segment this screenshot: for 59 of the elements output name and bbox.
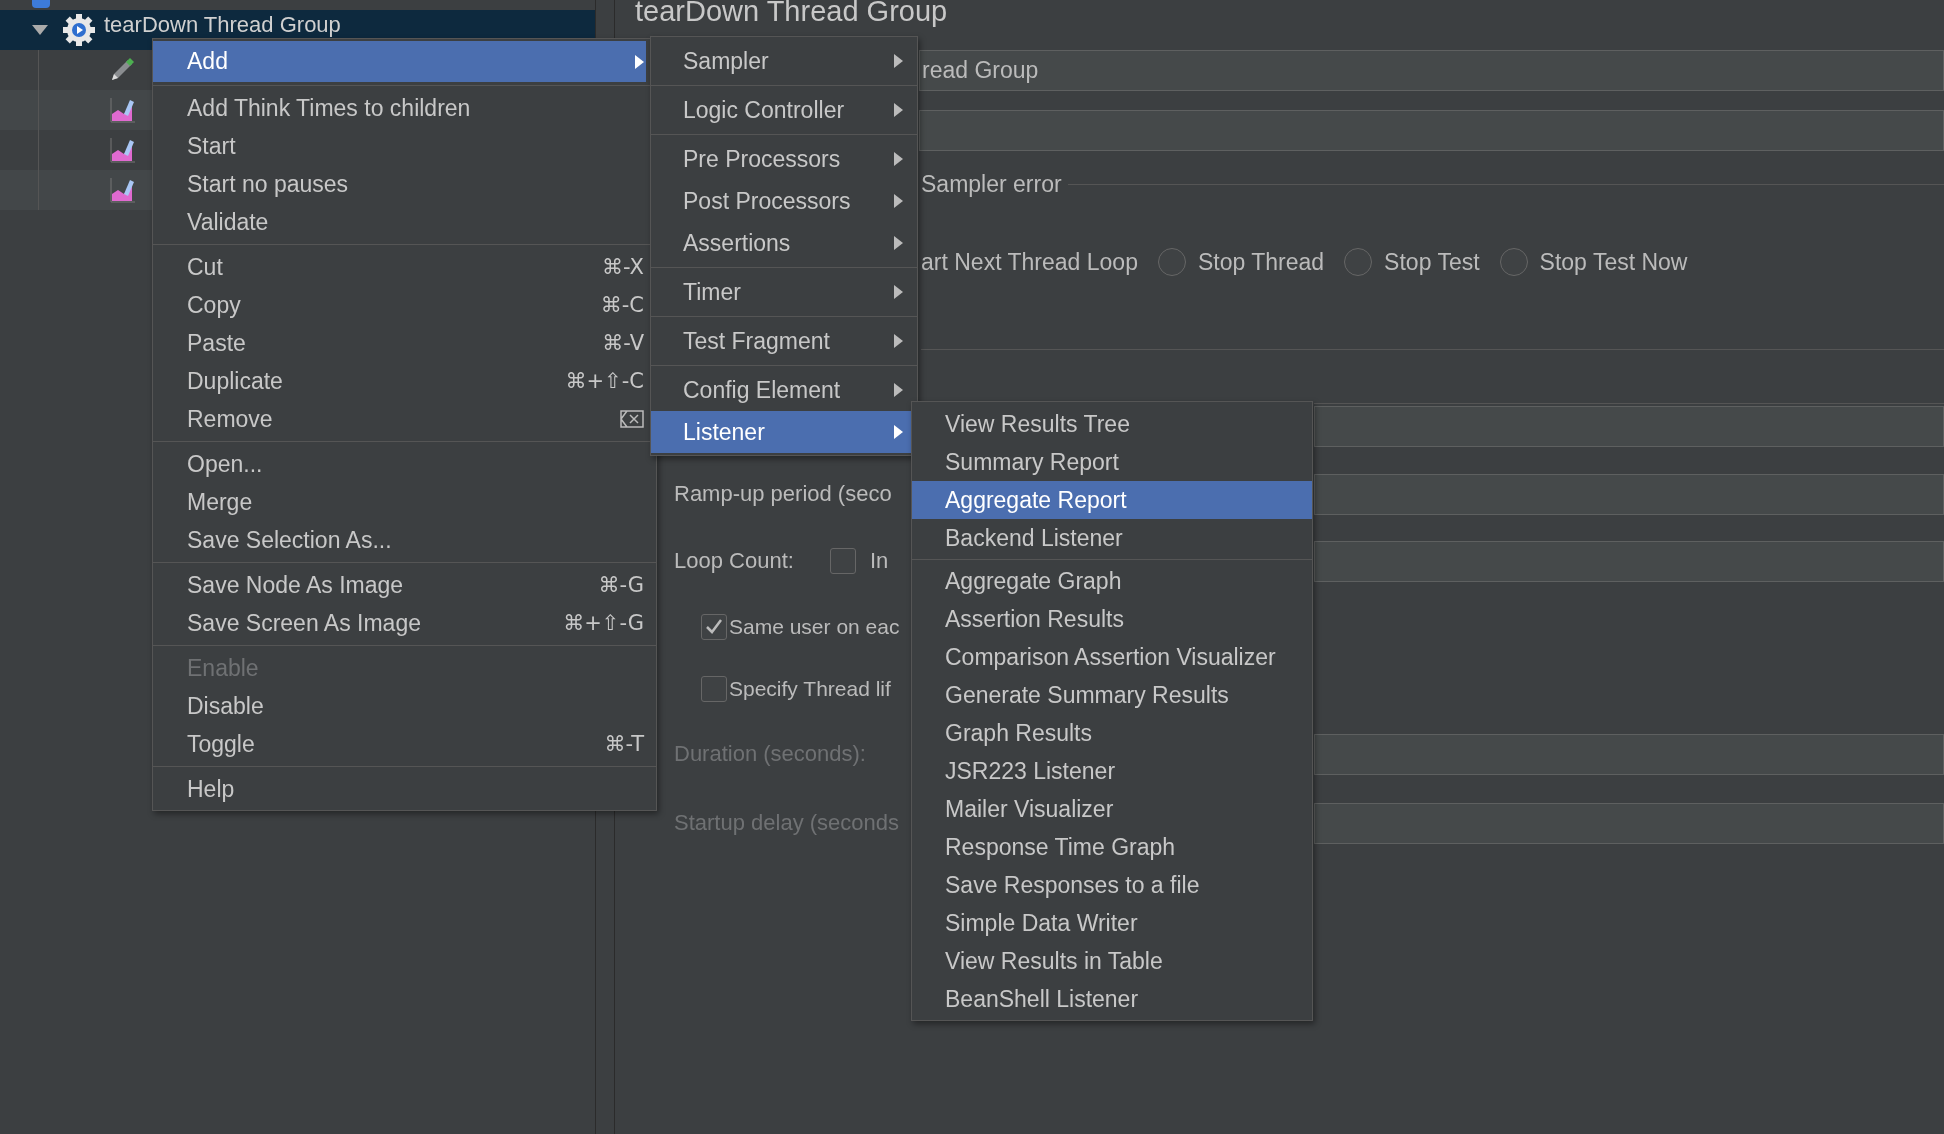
menu-item[interactable]: JSR223 Listener — [912, 752, 1312, 790]
menu-item[interactable]: Validate — [153, 203, 646, 241]
menu-item[interactable]: Save Screen As Image ⌘+⇧-G — [153, 604, 646, 642]
menu-item[interactable]: BeanShell Listener — [912, 980, 1312, 1018]
radio-label[interactable]: Stop Test Now — [1539, 248, 1688, 276]
menu-item[interactable]: Save Node As Image ⌘-G — [153, 566, 646, 604]
group-legend: Sampler error — [921, 170, 1062, 198]
menu-item[interactable]: Aggregate Graph — [912, 562, 1312, 600]
menu-item[interactable]: Start — [153, 127, 646, 165]
menu-item[interactable]: Graph Results — [912, 714, 1312, 752]
menu-item[interactable]: Aggregate Report — [912, 481, 1312, 519]
shortcut-label: ⌘-X — [602, 255, 644, 279]
menu-item[interactable]: Add — [153, 41, 646, 82]
menu-item[interactable]: Logic Controller — [651, 89, 917, 131]
menu-item[interactable]: Add Think Times to children — [153, 89, 646, 127]
menu-item[interactable]: Paste ⌘-V — [153, 324, 646, 362]
menu-item[interactable]: Cut ⌘-X — [153, 248, 646, 286]
shortcut-label: ⌘-V — [602, 331, 644, 355]
menu-item[interactable]: Save Responses to a file — [912, 866, 1312, 904]
checkbox-label[interactable]: In — [869, 548, 889, 574]
radio-label[interactable]: Stop Test — [1384, 248, 1480, 276]
menu-item[interactable]: Mailer Visualizer — [912, 790, 1312, 828]
menu-item[interactable]: Save Selection As... — [153, 521, 646, 559]
menu-item[interactable]: Comparison Assertion Visualizer — [912, 638, 1312, 676]
menu-item[interactable]: Response Time Graph — [912, 828, 1312, 866]
menu-item[interactable]: Start no pauses — [153, 165, 646, 203]
menu-item[interactable]: Backend Listener — [912, 519, 1312, 557]
menu-item[interactable]: Test Fragment — [651, 320, 917, 362]
radio-label[interactable]: art Next Thread Loop — [921, 248, 1138, 276]
menu-item[interactable]: Help — [153, 770, 646, 808]
menu-item[interactable]: Sampler — [651, 40, 917, 82]
field-label: Loop Count: — [674, 548, 794, 574]
shortcut-label: ⌘-C — [600, 293, 644, 317]
checkbox-label[interactable]: Specify Thread lif — [729, 677, 891, 701]
shortcut-label: ⌘+⇧-C — [565, 369, 644, 393]
menu-item[interactable]: Simple Data Writer — [912, 904, 1312, 942]
menu-item[interactable]: Remove — [153, 400, 646, 438]
radio-label[interactable]: Stop Thread — [1197, 248, 1325, 276]
menu-item[interactable]: Assertions — [651, 222, 917, 264]
menu-item[interactable]: Toggle ⌘-T — [153, 725, 646, 763]
menu-item[interactable]: Pre Processors — [651, 138, 917, 180]
menu-item[interactable]: Timer — [651, 271, 917, 313]
panel-title: tearDown Thread Group — [635, 0, 949, 29]
checkbox-label[interactable]: Same user on eac — [729, 615, 900, 639]
menu-item[interactable]: Disable — [153, 687, 646, 725]
menu-item[interactable]: Duplicate ⌘+⇧-C — [153, 362, 646, 400]
name-field[interactable]: read Group — [919, 50, 1944, 91]
menu-item[interactable]: Assertion Results — [912, 600, 1312, 638]
menu-item[interactable]: Post Processors — [651, 180, 917, 222]
menu-item[interactable]: Copy ⌘-C — [153, 286, 646, 324]
field-label: Ramp-up period (seco — [674, 481, 892, 507]
tree-node-label: tearDown Thread Group — [104, 13, 341, 37]
menu-item[interactable]: Open... — [153, 445, 646, 483]
menu-item[interactable]: Generate Summary Results — [912, 676, 1312, 714]
shortcut-label: ⌘-G — [598, 573, 644, 597]
menu-item[interactable]: View Results in Table — [912, 942, 1312, 980]
menu-item[interactable]: Merge — [153, 483, 646, 521]
shortcut-label: ⌘+⇧-G — [563, 611, 644, 635]
shortcut-label: ⌘-T — [604, 732, 644, 756]
